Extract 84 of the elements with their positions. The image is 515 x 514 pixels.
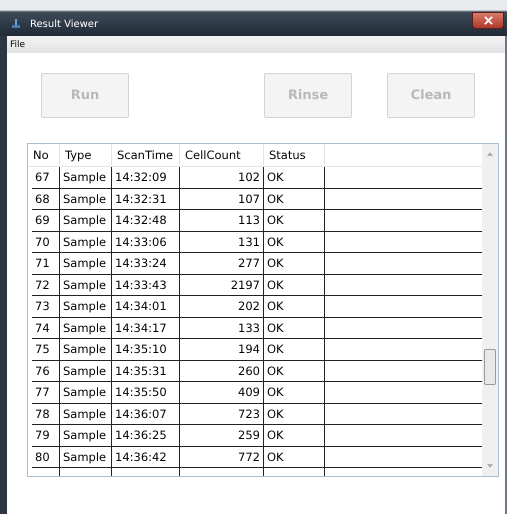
table-cell: 14:32:31 [112,188,180,209]
table-cell: OK [264,274,325,295]
table-cell: Sample [60,318,112,338]
table-cell: 772 [180,446,264,467]
table-cell: 68 [32,188,60,209]
table-cell: Sample [60,274,112,295]
menu-item[interactable]: File [10,40,26,50]
table-cell: 71 [32,253,60,274]
table-cell: 77 [32,382,60,402]
table-cell: 14:34:17 [112,318,180,338]
window-title: Result Viewer [30,19,98,30]
table-cell: 723 [180,404,264,424]
app-icon [10,18,22,30]
table-cell: 78 [32,404,60,424]
scroll-thumb[interactable] [484,349,496,385]
column-header[interactable]: ScanTime [112,144,180,166]
table-cell: Sample [60,446,112,467]
table-cell: Sample [60,382,112,402]
table-cell: Sample [60,167,112,188]
table-cell: 69 [32,210,60,230]
table-cell: 14:35:50 [112,382,180,402]
table-cell: Sample [60,425,112,446]
table-cell: 202 [180,296,264,316]
table-cell: 133 [180,318,264,338]
table-cell: Sample [60,360,112,381]
table-cell: OK [264,253,325,274]
table-cell: Sample [60,232,112,252]
table-cell: 14:33:24 [112,253,180,274]
table-cell: 14:32:09 [112,167,180,188]
table-cell: 67 [32,167,60,188]
table-cell: 14:36:07 [112,404,180,424]
table-cell: 14:33:06 [112,232,180,252]
table-cell: Sample [60,339,112,360]
table-cell: 409 [180,382,264,402]
column-header[interactable]: Status [264,144,325,166]
table-cell: OK [264,210,325,230]
close-button[interactable] [472,12,504,29]
table-cell: 14:34:01 [112,296,180,316]
scroll-down-icon[interactable] [487,464,493,468]
table-cell: OK [264,296,325,316]
table-cell: OK [264,404,325,424]
table-cell: Sample [60,188,112,209]
table-cell: Sample [60,296,112,316]
table-cell: 277 [180,253,264,274]
table-cell: 80 [32,446,60,467]
table-cell: OK [264,318,325,338]
table-cell: 260 [180,360,264,381]
table-cell: OK [264,382,325,402]
table-cell: 102 [180,167,264,188]
table-cell: Sample [60,253,112,274]
scroll-up-icon[interactable] [487,152,493,156]
column-header[interactable]: No [28,144,60,166]
table-cell: OK [264,167,325,188]
table-cell: OK [264,232,325,252]
table-cell: Sample [60,210,112,230]
table-cell: 79 [32,425,60,446]
table-cell: OK [264,360,325,381]
table-cell: 14:36:25 [112,425,180,446]
table-cell: 75 [32,339,60,360]
table-cell: 131 [180,232,264,252]
table-cell: 113 [180,210,264,230]
table-cell: OK [264,425,325,446]
table-cell: 14:32:48 [112,210,180,230]
close-icon [484,16,492,25]
table-cell: 70 [32,232,60,252]
column-header[interactable]: CellCount [180,144,264,166]
table-cell: 76 [32,360,60,381]
table-cell: 14:33:43 [112,274,180,295]
column-header[interactable]: Type [60,144,112,166]
table-cell: 14:35:10 [112,339,180,360]
table-cell: OK [264,339,325,360]
table-cell: OK [264,188,325,209]
table-cell: 14:35:31 [112,360,180,381]
table-cell: 73 [32,296,60,316]
table-cell: 2197 [180,274,264,295]
table-cell: 107 [180,188,264,209]
table-cell: 74 [32,318,60,338]
table-cell: 259 [180,425,264,446]
table-cell: 72 [32,274,60,295]
table-cell: Sample [60,404,112,424]
table-cell: 194 [180,339,264,360]
table-cell: OK [264,446,325,467]
scrollbar[interactable] [482,144,498,476]
table-cell: 14:36:42 [112,446,180,467]
